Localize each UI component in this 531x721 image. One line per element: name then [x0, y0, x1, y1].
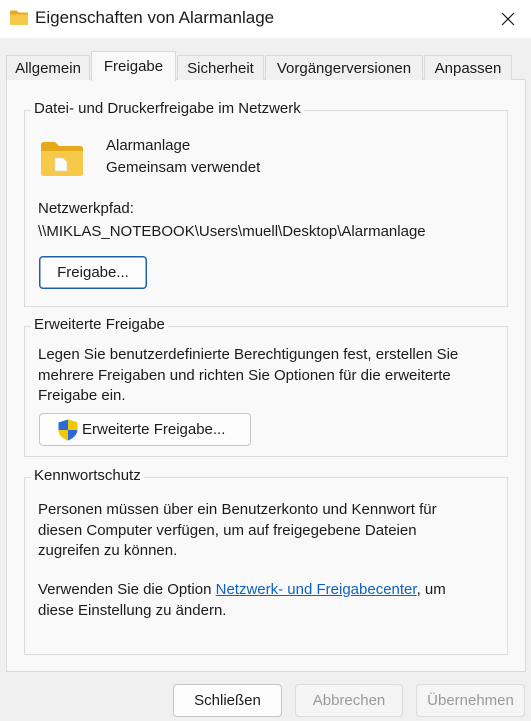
hint-prefix: Verwenden Sie die Option — [38, 581, 216, 598]
share-button[interactable]: Freigabe... — [39, 256, 147, 289]
advanced-sharing-button[interactable]: Erweiterte Freigabe... — [39, 413, 251, 446]
advanced-sharing-button-label: Erweiterte Freigabe... — [82, 421, 226, 438]
tab-allgemein[interactable]: Allgemein — [6, 55, 90, 80]
close-icon — [501, 12, 515, 26]
network-center-hint-line-1: Verwenden Sie die Option Netzwerk- und F… — [38, 580, 446, 601]
hint-suffix: , um — [416, 581, 446, 598]
password-line-2: diesen Computer verfügen, um auf freigeg… — [38, 521, 417, 539]
password-protection-description: Personen müssen über ein Benutzerkonto u… — [38, 500, 437, 562]
network-sharing-legend: Datei- und Druckerfreigabe im Netzwerk — [31, 100, 304, 117]
password-protection-legend: Kennwortschutz — [31, 467, 144, 484]
network-path-value: \\MIKLAS_NOTEBOOK\Users\muell\Desktop\Al… — [38, 223, 426, 240]
network-center-hint-line-2: diese Einstellung zu ändern. — [38, 601, 227, 619]
window-title: Eigenschaften von Alarmanlage — [35, 8, 275, 27]
advanced-sharing-description: Legen Sie benutzerdefinierte Berechtigun… — [38, 345, 458, 407]
advanced-sharing-line-2: mehrere Freigaben und richten Sie Option… — [38, 366, 451, 384]
sharing-status: Gemeinsam verwendet — [106, 159, 261, 176]
shared-folder-icon — [41, 142, 83, 176]
close-button[interactable]: Schließen — [173, 684, 282, 717]
password-line-1: Personen müssen über ein Benutzerkonto u… — [38, 501, 437, 518]
tab-sicherheit[interactable]: Sicherheit — [177, 55, 264, 80]
apply-button[interactable]: Übernehmen — [416, 684, 525, 717]
uac-shield-icon — [58, 419, 78, 440]
folder-name: Alarmanlage — [106, 137, 191, 154]
advanced-sharing-legend: Erweiterte Freigabe — [31, 316, 168, 333]
network-center-hint: Verwenden Sie die Option Netzwerk- und F… — [38, 580, 446, 621]
cancel-button[interactable]: Abbrechen — [295, 684, 403, 717]
network-path-label: Netzwerkpfad: — [38, 200, 134, 217]
network-sharing-center-link[interactable]: Netzwerk- und Freigabecenter — [216, 581, 417, 598]
password-line-3: zugreifen zu können. — [38, 542, 178, 559]
tab-vorgaengerversionen[interactable]: Vorgängerversionen — [265, 55, 423, 80]
close-window-button[interactable] — [485, 0, 531, 38]
tab-freigabe[interactable]: Freigabe — [91, 51, 176, 81]
folder-icon — [10, 10, 28, 25]
tab-anpassen[interactable]: Anpassen — [424, 55, 512, 80]
title-bar: Eigenschaften von Alarmanlage — [0, 0, 531, 38]
advanced-sharing-line-3: Freigabe ein. — [38, 387, 126, 404]
advanced-sharing-line-1: Legen Sie benutzerdefinierte Berechtigun… — [38, 346, 459, 363]
